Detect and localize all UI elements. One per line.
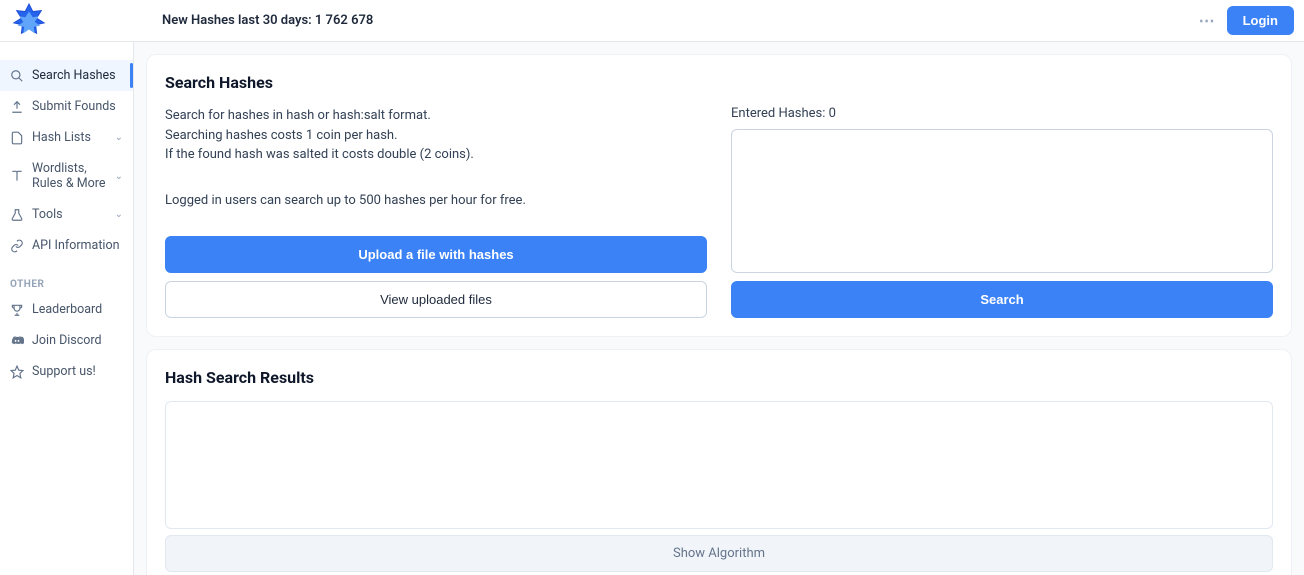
search-card-title: Search Hashes	[165, 73, 1273, 92]
results-output	[165, 401, 1273, 529]
search-icon	[10, 69, 24, 83]
more-menu-icon[interactable]: ⋯	[1199, 11, 1215, 30]
sidebar-item-label: Leaderboard	[32, 302, 123, 317]
sidebar-item-leaderboard[interactable]: Leaderboard	[0, 294, 133, 325]
search-left-col: Search for hashes in hash or hash:salt f…	[165, 106, 707, 318]
sidebar-item-label: Tools	[32, 207, 107, 222]
sidebar-item-submit-founds[interactable]: Submit Founds	[0, 91, 133, 122]
logo-wrap	[4, 2, 54, 40]
layout: Search Hashes Submit Founds Hash Lists ⌄…	[0, 42, 1304, 575]
login-button[interactable]: Login	[1227, 6, 1294, 35]
topbar: New Hashes last 30 days: 1 762 678 ⋯ Log…	[0, 0, 1304, 42]
search-desc-1: Search for hashes in hash or hash:salt f…	[165, 106, 707, 126]
sidebar-item-label: Search Hashes	[32, 68, 123, 83]
sidebar-item-wordlists[interactable]: Wordlists, Rules & More ⌄	[0, 153, 133, 199]
search-desc-3: If the found hash was salted it costs do…	[165, 145, 707, 165]
view-uploaded-button[interactable]: View uploaded files	[165, 281, 707, 318]
book-icon	[10, 169, 24, 183]
star-icon	[10, 365, 24, 379]
sidebar-section-other: OTHER	[0, 273, 133, 294]
search-hashes-card: Search Hashes Search for hashes in hash …	[146, 54, 1292, 337]
entered-hashes-label: Entered Hashes: 0	[731, 106, 1273, 121]
link-icon	[10, 239, 24, 253]
beaker-icon	[10, 208, 24, 222]
show-algorithm-button[interactable]: Show Algorithm	[165, 535, 1273, 572]
discord-icon	[10, 334, 24, 348]
search-desc-2: Searching hashes costs 1 coin per hash.	[165, 126, 707, 146]
results-title: Hash Search Results	[165, 368, 1273, 387]
sidebar-item-label: API Information	[32, 238, 123, 253]
search-button[interactable]: Search	[731, 281, 1273, 318]
main-content: Search Hashes Search for hashes in hash …	[134, 42, 1304, 575]
file-icon	[10, 131, 24, 145]
sidebar-item-label: Support us!	[32, 364, 123, 379]
sidebar-item-label: Wordlists, Rules & More	[32, 161, 107, 191]
new-hashes-stat: New Hashes last 30 days: 1 762 678	[162, 13, 373, 28]
sidebar-item-label: Submit Founds	[32, 99, 123, 114]
sidebar-item-support[interactable]: Support us!	[0, 356, 133, 387]
sidebar-item-label: Hash Lists	[32, 130, 107, 145]
sidebar: Search Hashes Submit Founds Hash Lists ⌄…	[0, 42, 134, 575]
sidebar-item-hash-lists[interactable]: Hash Lists ⌄	[0, 122, 133, 153]
sidebar-item-discord[interactable]: Join Discord	[0, 325, 133, 356]
trophy-icon	[10, 303, 24, 317]
site-logo-icon[interactable]	[10, 2, 48, 40]
hash-results-card: Hash Search Results Show Algorithm	[146, 349, 1292, 575]
sidebar-item-tools[interactable]: Tools ⌄	[0, 199, 133, 230]
search-note: Logged in users can search up to 500 has…	[165, 193, 707, 208]
chevron-down-icon: ⌄	[115, 132, 123, 143]
upload-file-button[interactable]: Upload a file with hashes	[165, 236, 707, 273]
sidebar-item-search-hashes[interactable]: Search Hashes	[0, 60, 133, 91]
upload-icon	[10, 100, 24, 114]
hashes-input[interactable]	[731, 129, 1273, 273]
chevron-down-icon: ⌄	[115, 209, 123, 220]
chevron-down-icon: ⌄	[115, 171, 123, 182]
sidebar-item-label: Join Discord	[32, 333, 123, 348]
search-right-col: Entered Hashes: 0 Search	[731, 106, 1273, 318]
sidebar-item-api-info[interactable]: API Information	[0, 230, 133, 261]
